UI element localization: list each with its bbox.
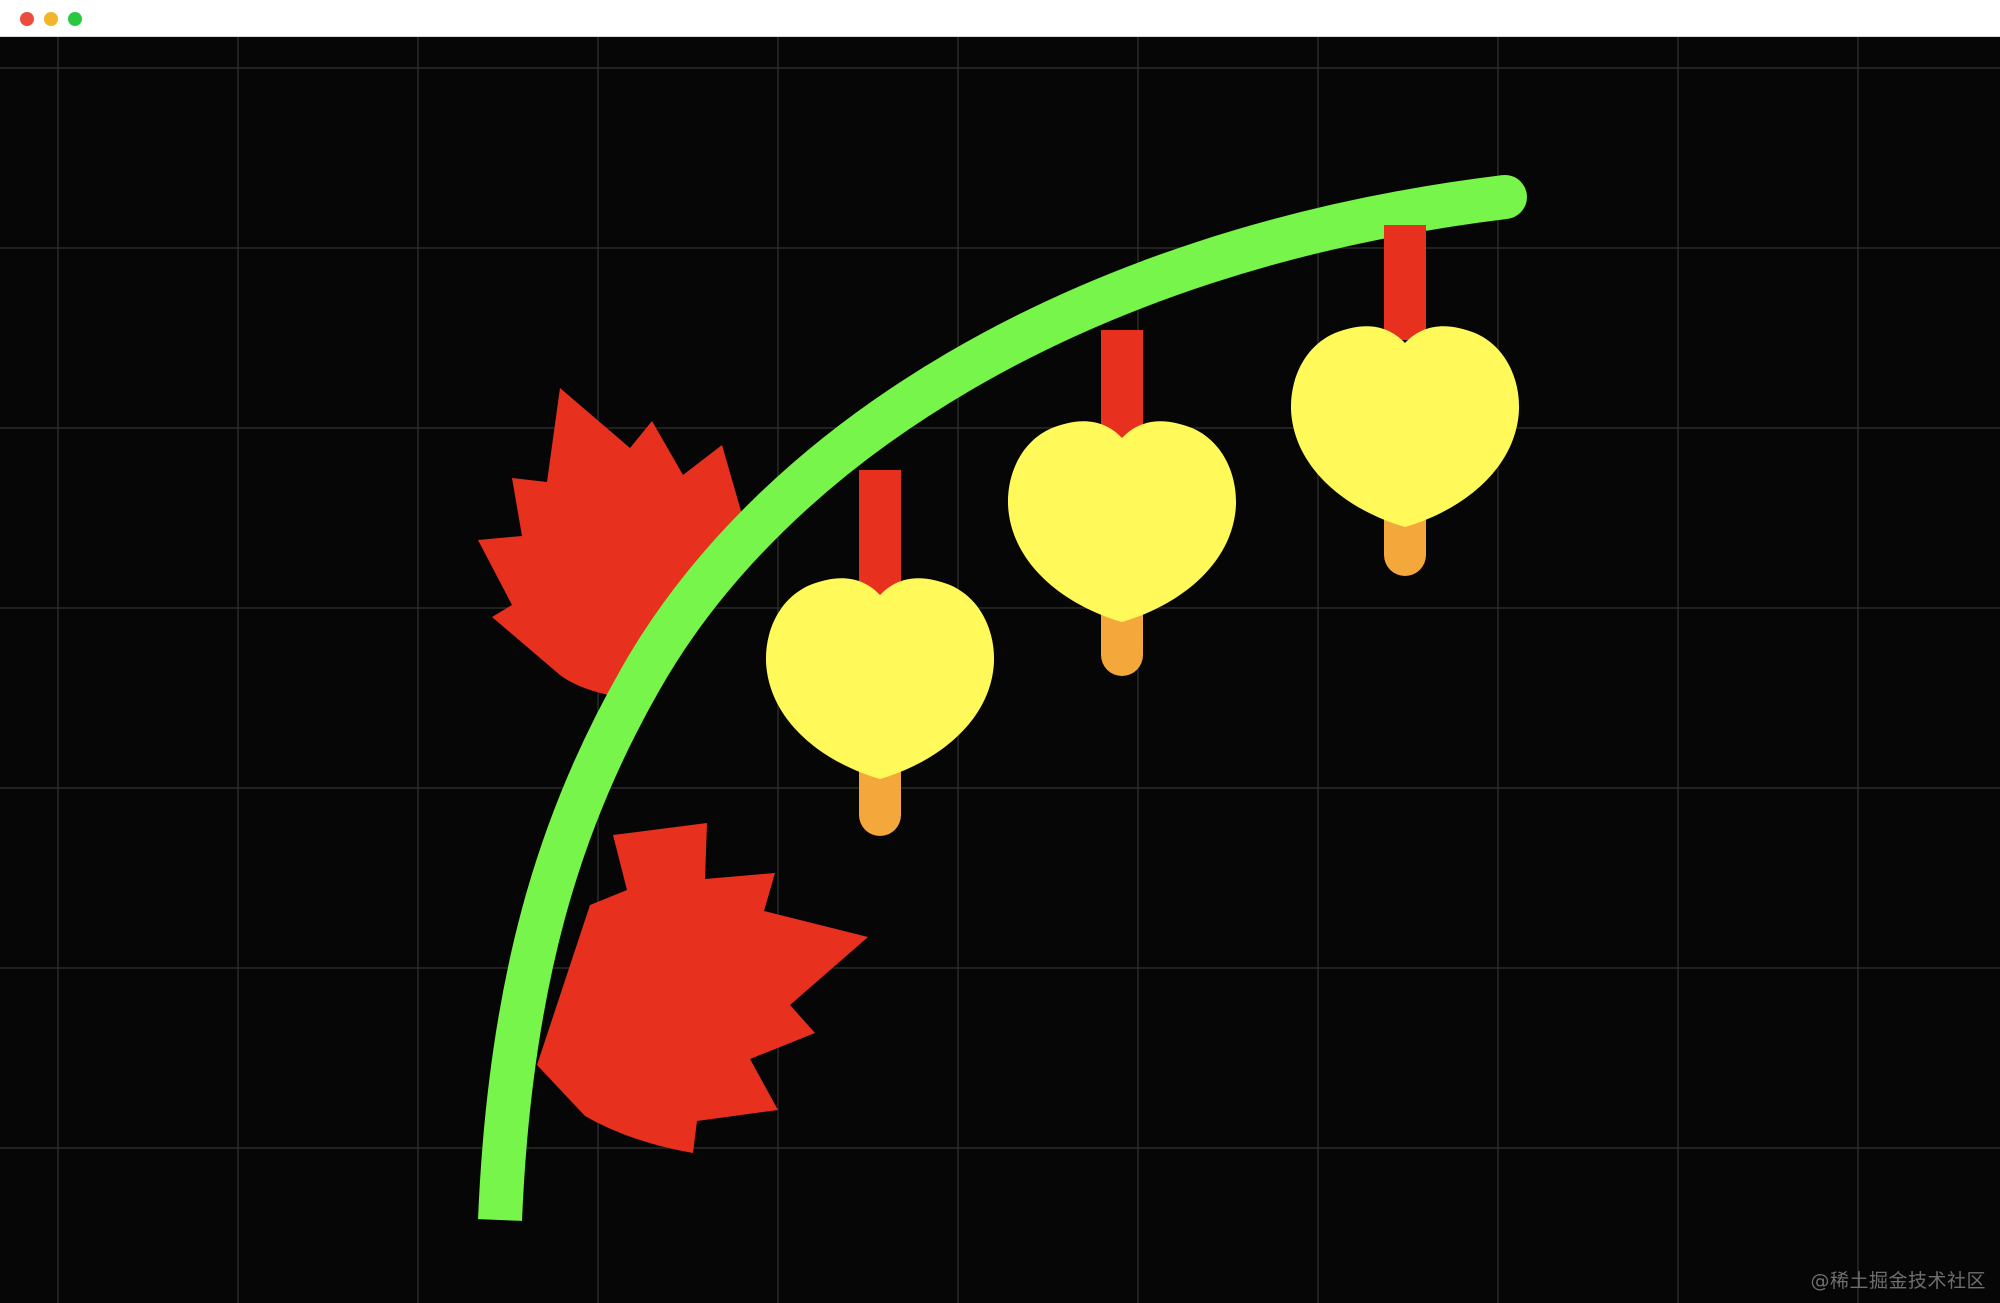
- maximize-button[interactable]: [68, 12, 82, 26]
- stem-tip: [1483, 175, 1527, 219]
- title-bar: [0, 0, 2000, 37]
- close-button[interactable]: [20, 12, 34, 26]
- minimize-button[interactable]: [44, 12, 58, 26]
- watermark-text: @稀土掘金技术社区: [1810, 1270, 1986, 1292]
- illustration-svg: [0, 37, 2000, 1303]
- canvas-background: [0, 37, 2000, 1303]
- browser-window: @稀土掘金技术社区: [0, 0, 2000, 1303]
- drawing-canvas: [0, 37, 2000, 1303]
